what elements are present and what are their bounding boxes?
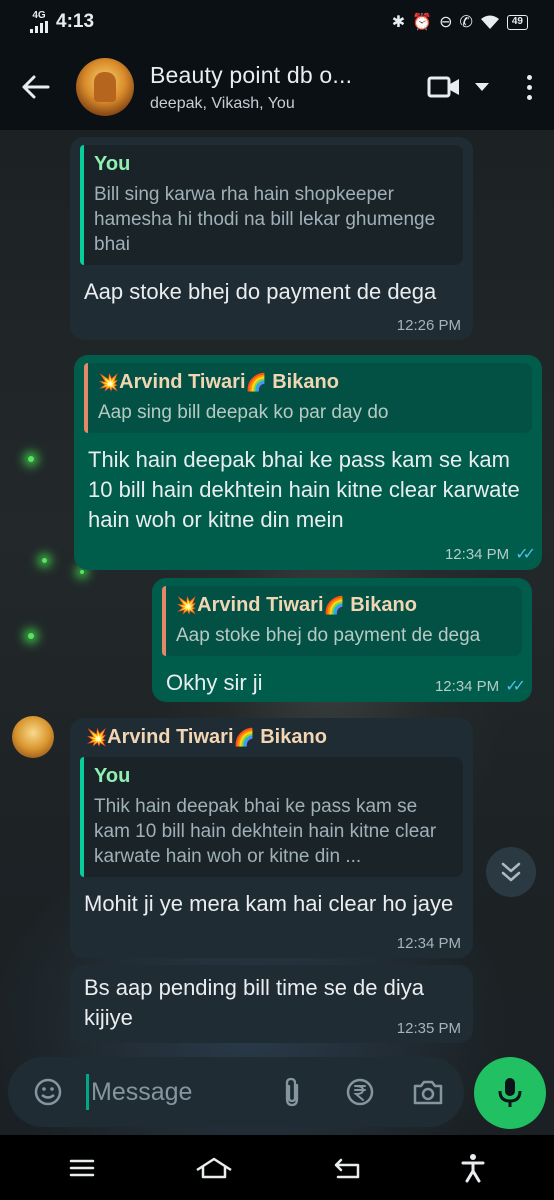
message-bubble-incoming[interactable]: Bs aap pending bill time se de diya kiji… <box>70 965 473 1043</box>
message-time: 12:26 PM <box>396 317 461 334</box>
quote-author: 💥Arvind Tiwari🌈 Bikano <box>176 594 512 617</box>
quote-author-prefix: 💥 <box>98 373 120 392</box>
sender-name[interactable]: 💥Arvind Tiwari🌈 Bikano <box>86 726 463 749</box>
alarm-icon: ⏰ <box>412 14 433 31</box>
chat-info[interactable]: Beauty point db o... deepak, Vikash, You <box>150 62 417 113</box>
quote-text: Bill sing karwa rha hain shopkeeper hame… <box>94 184 436 255</box>
quoted-message[interactable]: 💥Arvind Tiwari🌈 Bikano Aap stoke bhej do… <box>162 586 522 656</box>
caret-down-icon <box>475 83 489 91</box>
read-receipt-icon: ✓✓ <box>505 678 526 695</box>
accessibility-icon[interactable] <box>461 1153 485 1183</box>
status-time: 4:13 <box>56 11 95 32</box>
scroll-to-bottom-button[interactable] <box>486 847 536 897</box>
message-time: 12:34 PM <box>434 677 500 695</box>
message-time: 12:34 PM <box>396 935 461 952</box>
microphone-icon <box>498 1078 522 1107</box>
background-glow <box>80 570 84 574</box>
sender-name-text: Arvind Tiwari <box>107 726 234 748</box>
message-meta: 12:35 PM <box>397 1020 461 1037</box>
sender-avatar[interactable] <box>12 716 54 758</box>
system-nav-bar <box>0 1135 554 1200</box>
battery-icon: 49 <box>506 14 528 30</box>
status-bar: 4G 4:13 ✱ ⏰ ⊖ ✆ 49 <box>0 0 554 44</box>
message-text: Aap stoke bhej do payment de dega <box>84 279 437 304</box>
quote-author-suffix: Bikano <box>272 371 339 393</box>
back-arrow-icon[interactable] <box>14 65 58 109</box>
quote-author: You <box>94 153 131 175</box>
quote-text: Aap stoke bhej do payment de dega <box>176 625 481 646</box>
background-glow <box>42 558 47 563</box>
bluetooth-icon: ✱ <box>391 14 406 31</box>
sticker-icon[interactable] <box>28 1072 68 1112</box>
read-receipt-icon: ✓✓ <box>515 546 536 563</box>
voice-record-button[interactable] <box>474 1057 546 1129</box>
wifi-icon <box>480 15 499 29</box>
message-bubble-incoming[interactable]: 💥Arvind Tiwari🌈 Bikano You Thik hain dee… <box>70 718 473 958</box>
quote-author-emoji: 🌈 <box>245 373 267 392</box>
message-time: 12:34 PM <box>444 545 510 563</box>
quote-author-emoji: 🌈 <box>323 596 345 615</box>
sender-emoji: 🌈 <box>233 728 255 747</box>
message-meta: 12:34 PM ✓✓ <box>444 544 536 564</box>
quoted-message[interactable]: You Bill sing karwa rha hain shopkeeper … <box>80 145 463 265</box>
quote-author-name: Arvind Tiwari <box>119 371 246 393</box>
camera-icon[interactable] <box>408 1072 448 1112</box>
composer-bar <box>8 1057 464 1127</box>
recent-apps-icon[interactable] <box>69 1158 95 1178</box>
quote-author-prefix: 💥 <box>176 596 198 615</box>
quote-author-suffix: Bikano <box>350 594 417 616</box>
group-avatar[interactable] <box>76 58 134 116</box>
message-meta: 12:34 PM ✓✓ <box>434 676 526 696</box>
chat-participants: deepak, Vikash, You <box>150 94 295 112</box>
network-indicator: 4G <box>30 11 48 33</box>
message-input[interactable] <box>86 1074 256 1110</box>
home-icon[interactable] <box>194 1156 234 1180</box>
call-icon: ✆ <box>459 14 473 31</box>
double-chevron-down-icon <box>501 862 521 882</box>
dnd-icon: ⊖ <box>439 14 453 31</box>
more-vertical-icon[interactable] <box>527 74 532 100</box>
quote-author-name: Arvind Tiwari <box>197 594 324 616</box>
chat-title: Beauty point db o... <box>150 61 353 88</box>
video-call-button[interactable] <box>427 75 489 99</box>
network-type: 4G <box>32 10 46 21</box>
message-text: Mohit ji ye mera kam hai clear ho jaye <box>84 891 454 916</box>
message-bubble-outgoing[interactable]: 💥Arvind Tiwari🌈 Bikano Aap stoke bhej do… <box>152 578 532 702</box>
message-bubble-incoming[interactable]: You Bill sing karwa rha hain shopkeeper … <box>70 137 473 340</box>
sender-prefix: 💥 <box>86 728 108 747</box>
video-camera-icon <box>427 76 459 98</box>
quoted-message[interactable]: You Thik hain deepak bhai ke pass kam se… <box>80 757 463 877</box>
message-bubble-outgoing[interactable]: 💥Arvind Tiwari🌈 Bikano Aap sing bill dee… <box>74 355 542 570</box>
quote-text: Thik hain deepak bhai ke pass kam se kam… <box>94 796 437 867</box>
message-time: 12:35 PM <box>396 1020 461 1037</box>
sender-suffix: Bikano <box>260 726 327 748</box>
paperclip-icon[interactable] <box>272 1072 312 1112</box>
rupee-icon[interactable] <box>340 1072 380 1112</box>
chat-header: Beauty point db o... deepak, Vikash, You <box>0 44 554 130</box>
message-meta: 12:26 PM <box>397 317 461 334</box>
message-text: Thik hain deepak bhai ke pass kam se kam… <box>88 447 520 532</box>
back-nav-icon[interactable] <box>332 1156 362 1180</box>
signal-icon <box>30 21 48 33</box>
quoted-message[interactable]: 💥Arvind Tiwari🌈 Bikano Aap sing bill dee… <box>84 363 532 433</box>
quote-author: 💥Arvind Tiwari🌈 Bikano <box>98 371 522 394</box>
quote-author: You <box>94 765 131 787</box>
quote-text: Aap sing bill deepak ko par day do <box>98 402 389 423</box>
background-glow <box>28 456 34 462</box>
message-meta: 12:34 PM <box>397 935 461 952</box>
background-glow <box>28 633 34 639</box>
